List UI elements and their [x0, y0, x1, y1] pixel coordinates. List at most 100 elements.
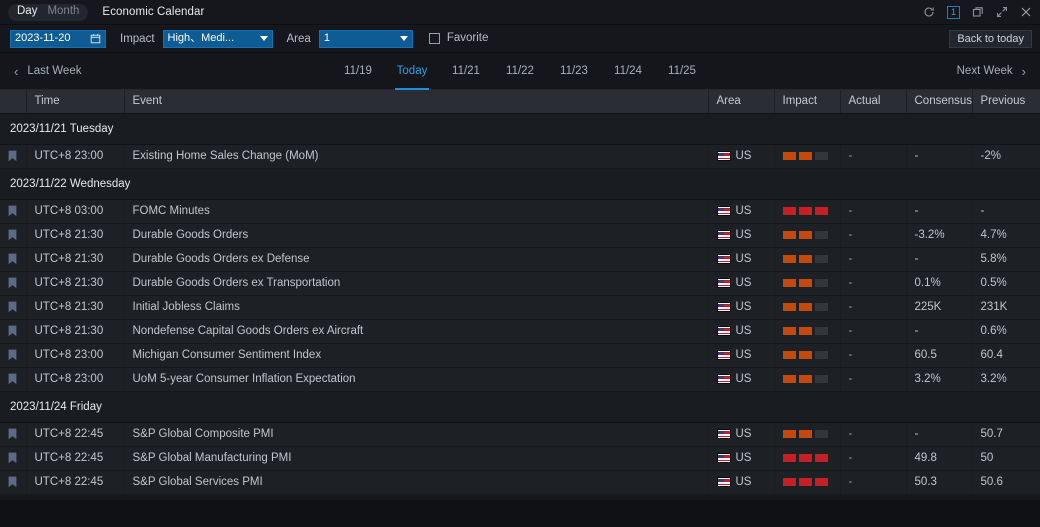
row-event[interactable]: Durable Goods Orders ex Defense	[124, 247, 708, 271]
row-event[interactable]: Michigan Consumer Sentiment Index	[124, 343, 708, 367]
view-mode-month[interactable]: Month	[47, 6, 79, 18]
row-event[interactable]: FOMC Minutes	[124, 199, 708, 223]
row-event[interactable]: S&P Global Composite PMI	[124, 422, 708, 446]
bookmark-icon[interactable]	[8, 301, 17, 313]
bookmark-icon[interactable]	[8, 452, 17, 464]
row-event[interactable]: UoM 5-year Consumer Inflation Expectatio…	[124, 367, 708, 391]
calendar-table-container: Time Event Area Impact Actual Consensus …	[0, 90, 1040, 500]
row-bookmark-cell[interactable]	[0, 295, 26, 319]
favorite-filter-checkbox[interactable]: Favorite	[429, 33, 489, 45]
row-time: UTC+8 22:45	[26, 422, 124, 446]
row-bookmark-cell[interactable]	[0, 367, 26, 391]
row-previous: 3.2%	[972, 367, 1040, 391]
day-tab-1122[interactable]: 11/22	[493, 52, 547, 90]
impact-segment	[783, 430, 796, 438]
table-row[interactable]: UTC+8 22:45S&P Global Manufacturing PMIU…	[0, 446, 1040, 470]
bookmark-icon[interactable]	[8, 253, 17, 265]
table-row[interactable]: UTC+8 21:30Durable Goods Orders ex Trans…	[0, 271, 1040, 295]
row-bookmark-cell[interactable]	[0, 422, 26, 446]
row-bookmark-cell[interactable]	[0, 144, 26, 168]
bookmark-icon[interactable]	[8, 428, 17, 440]
bookmark-icon[interactable]	[8, 229, 17, 241]
day-tab-today[interactable]: Today	[385, 52, 439, 90]
row-bookmark-cell[interactable]	[0, 271, 26, 295]
duplicate-icon[interactable]	[972, 6, 984, 18]
impact-segment	[799, 375, 812, 383]
row-impact	[774, 446, 840, 470]
table-row[interactable]: UTC+8 21:30Durable Goods OrdersUS--3.2%4…	[0, 223, 1040, 247]
row-event[interactable]: Durable Goods Orders ex Transportation	[124, 271, 708, 295]
impact-segment	[815, 327, 828, 335]
window-count-badge[interactable]: 1	[947, 6, 960, 19]
row-consensus: -	[906, 319, 972, 343]
back-to-today-button[interactable]: Back to today	[949, 30, 1032, 48]
row-impact	[774, 470, 840, 494]
next-week-button[interactable]: Next Week ›	[957, 65, 1026, 78]
table-row[interactable]: UTC+8 22:45S&P Global Composite PMIUS--5…	[0, 422, 1040, 446]
impact-segment	[783, 231, 796, 239]
impact-meter	[783, 327, 840, 335]
row-bookmark-cell[interactable]	[0, 319, 26, 343]
row-impact	[774, 271, 840, 295]
last-week-button[interactable]: ‹ Last Week	[14, 65, 81, 78]
calendar-icon	[90, 33, 101, 44]
bookmark-icon[interactable]	[8, 373, 17, 385]
impact-segment	[815, 351, 828, 359]
row-event[interactable]: S&P Global Services PMI	[124, 470, 708, 494]
row-actual: -	[840, 422, 906, 446]
bookmark-icon[interactable]	[8, 325, 17, 337]
row-bookmark-cell[interactable]	[0, 247, 26, 271]
column-header-impact: Impact	[774, 90, 840, 113]
impact-meter	[783, 454, 840, 462]
impact-filter-select[interactable]: High、Medi...	[163, 30, 273, 48]
row-impact	[774, 223, 840, 247]
day-tab-1119[interactable]: 11/19	[331, 52, 385, 90]
bookmark-icon[interactable]	[8, 150, 17, 162]
close-icon[interactable]	[1020, 6, 1032, 18]
area-filter-select[interactable]: 1	[319, 30, 413, 48]
app-title: Economic Calendar	[102, 6, 204, 18]
impact-filter-value: High、Medi...	[168, 33, 256, 44]
row-time: UTC+8 03:00	[26, 199, 124, 223]
row-bookmark-cell[interactable]	[0, 199, 26, 223]
row-event[interactable]: Nondefense Capital Goods Orders ex Aircr…	[124, 319, 708, 343]
impact-meter	[783, 303, 840, 311]
row-area: US	[708, 144, 774, 168]
row-impact	[774, 319, 840, 343]
table-row[interactable]: UTC+8 23:00Existing Home Sales Change (M…	[0, 144, 1040, 168]
view-mode-day[interactable]: Day	[17, 6, 37, 18]
table-row[interactable]: UTC+8 21:30Durable Goods Orders ex Defen…	[0, 247, 1040, 271]
table-row[interactable]: UTC+8 23:00Michigan Consumer Sentiment I…	[0, 343, 1040, 367]
row-event[interactable]: Initial Jobless Claims	[124, 295, 708, 319]
row-event[interactable]: S&P Global Manufacturing PMI	[124, 446, 708, 470]
day-tab-1125[interactable]: 11/25	[655, 52, 709, 90]
row-event[interactable]: Existing Home Sales Change (MoM)	[124, 144, 708, 168]
row-bookmark-cell[interactable]	[0, 470, 26, 494]
day-tab-1124[interactable]: 11/24	[601, 52, 655, 90]
row-area-label: US	[736, 428, 752, 440]
table-row[interactable]: UTC+8 23:00UoM 5-year Consumer Inflation…	[0, 367, 1040, 391]
impact-segment	[815, 152, 828, 160]
bookmark-icon[interactable]	[8, 476, 17, 488]
row-bookmark-cell[interactable]	[0, 343, 26, 367]
row-actual: -	[840, 470, 906, 494]
table-row[interactable]: UTC+8 21:30Initial Jobless ClaimsUS-225K…	[0, 295, 1040, 319]
expand-icon[interactable]	[996, 6, 1008, 18]
refresh-icon[interactable]	[923, 6, 935, 18]
row-area-label: US	[736, 205, 752, 217]
bookmark-icon[interactable]	[8, 277, 17, 289]
date-picker[interactable]: 2023-11-20	[10, 30, 106, 48]
table-row[interactable]: UTC+8 21:30Nondefense Capital Goods Orde…	[0, 319, 1040, 343]
table-row[interactable]: UTC+8 03:00FOMC MinutesUS---	[0, 199, 1040, 223]
row-time: UTC+8 21:30	[26, 223, 124, 247]
row-event[interactable]: Durable Goods Orders	[124, 223, 708, 247]
day-tab-1121[interactable]: 11/21	[439, 52, 493, 90]
view-mode-toggle[interactable]: Day Month	[8, 4, 88, 21]
row-bookmark-cell[interactable]	[0, 446, 26, 470]
row-bookmark-cell[interactable]	[0, 223, 26, 247]
bookmark-icon[interactable]	[8, 349, 17, 361]
day-tab-1123[interactable]: 11/23	[547, 52, 601, 90]
table-row[interactable]: UTC+8 22:45S&P Global Services PMIUS-50.…	[0, 470, 1040, 494]
bookmark-icon[interactable]	[8, 205, 17, 217]
flag-us-icon	[717, 477, 731, 487]
